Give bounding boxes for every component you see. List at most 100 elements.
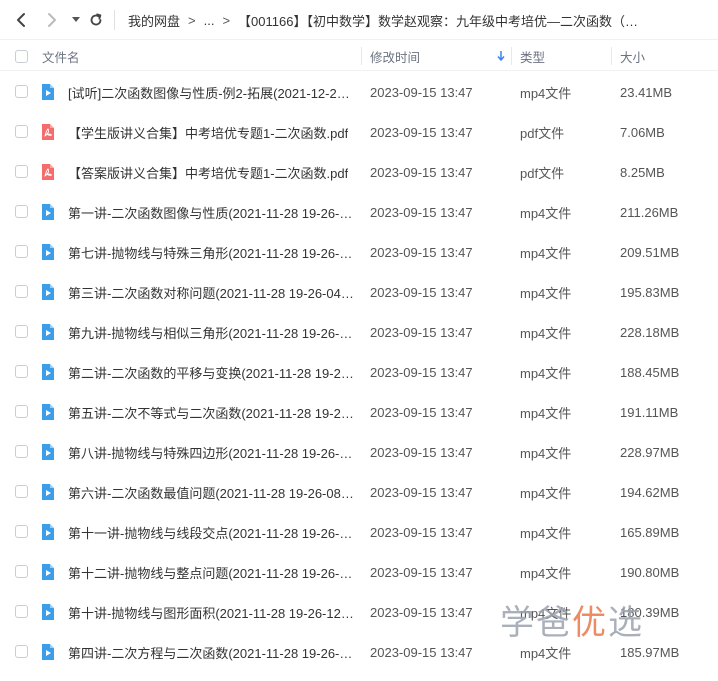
file-name[interactable]: [试听]二次函数图像与性质-例2-拓展(2021-12-21 15-05-11)…: [68, 83, 356, 102]
file-name[interactable]: 第十讲-抛物线与图形面积(2021-11-28 19-26-12).mp4: [68, 603, 356, 622]
file-modified-time: 2023-09-15 13:47: [370, 524, 473, 540]
row-checkbox[interactable]: [15, 645, 28, 658]
row-checkbox[interactable]: [15, 445, 28, 458]
row-checkbox[interactable]: [15, 485, 28, 498]
row-checkbox[interactable]: [15, 205, 28, 218]
row-checkbox[interactable]: [15, 245, 28, 258]
file-modified-time-cell: 2023-09-15 13:47: [370, 352, 473, 392]
file-name[interactable]: 第十二讲-抛物线与整点问题(2021-11-28 19-26-14).mp4: [68, 563, 356, 582]
file-name[interactable]: 第三讲-二次函数对称问题(2021-11-28 19-26-04).mp4: [68, 283, 356, 302]
file-size-cell: 228.97MB: [620, 432, 679, 472]
file-row[interactable]: 第六讲-二次函数最值问题(2021-11-28 19-26-08).mp4 202…: [0, 472, 718, 512]
file-modified-time: 2023-09-15 13:47: [370, 364, 473, 380]
column-divider[interactable]: [611, 47, 612, 65]
row-checkbox[interactable]: [15, 365, 28, 378]
file-size-cell: 194.62MB: [620, 472, 679, 512]
file-row[interactable]: 第三讲-二次函数对称问题(2021-11-28 19-26-04).mp4 202…: [0, 272, 718, 312]
video-file-icon: [39, 643, 57, 661]
column-divider[interactable]: [511, 47, 512, 65]
column-header-size[interactable]: 大小: [620, 41, 645, 71]
file-modified-time: 2023-09-15 13:47: [370, 204, 473, 220]
file-size: 7.06MB: [620, 124, 665, 140]
file-row[interactable]: 第二讲-二次函数的平移与变换(2021-11-28 19-26-03).mp4 2…: [0, 352, 718, 392]
file-size: 190.80MB: [620, 564, 680, 580]
file-type-cell: mp4文件: [520, 512, 571, 552]
forward-arrow-icon[interactable]: [42, 10, 62, 30]
file-name[interactable]: 第八讲-抛物线与特殊四边形(2021-11-28 19-26-10).mp4: [68, 443, 356, 462]
file-name[interactable]: 第六讲-二次函数最值问题(2021-11-28 19-26-08).mp4: [68, 483, 356, 502]
file-name[interactable]: 【答案版讲义合集】中考培优专题1-二次函数.pdf: [68, 163, 348, 182]
file-row[interactable]: 第九讲-抛物线与相似三角形(2021-11-28 19-26-11).mp4 20…: [0, 312, 718, 352]
file-row[interactable]: 第十一讲-抛物线与线段交点(2021-11-28 19-26-13).mp4 20…: [0, 512, 718, 552]
row-checkbox[interactable]: [15, 325, 28, 338]
column-header-modified[interactable]: 修改时间: [370, 41, 420, 71]
column-header-type[interactable]: 类型: [520, 41, 545, 71]
file-row[interactable]: 第八讲-抛物线与特殊四边形(2021-11-28 19-26-10).mp4 20…: [0, 432, 718, 472]
back-arrow-icon[interactable]: [11, 10, 31, 30]
breadcrumb-root[interactable]: 我的网盘: [128, 11, 180, 30]
file-row[interactable]: 【学生版讲义合集】中考培优专题1-二次函数.pdf 2023-09-15 13:4…: [0, 112, 718, 152]
file-row[interactable]: 第七讲-抛物线与特殊三角形(2021-11-28 19-26-09).mp4 20…: [0, 232, 718, 272]
file-name[interactable]: 第二讲-二次函数的平移与变换(2021-11-28 19-26-03).mp4: [68, 363, 356, 382]
file-modified-time: 2023-09-15 13:47: [370, 124, 473, 140]
file-size: 23.41MB: [620, 84, 673, 100]
video-file-icon: [39, 203, 57, 221]
history-dropdown-icon[interactable]: [66, 10, 86, 30]
row-checkbox[interactable]: [15, 525, 28, 538]
refresh-icon[interactable]: [86, 10, 106, 30]
row-checkbox[interactable]: [15, 605, 28, 618]
select-all-checkbox[interactable]: [15, 50, 28, 63]
file-name-cell: 第九讲-抛物线与相似三角形(2021-11-28 19-26-11).mp4: [68, 312, 356, 352]
column-divider[interactable]: [361, 47, 362, 65]
row-checkbox[interactable]: [15, 565, 28, 578]
file-modified-time-cell: 2023-09-15 13:47: [370, 72, 473, 112]
file-size-cell: 8.25MB: [620, 152, 665, 192]
file-size: 195.83MB: [620, 284, 680, 300]
file-name[interactable]: 第四讲-二次方程与二次函数(2021-11-28 19-26-06).mp4: [68, 643, 356, 662]
toolbar-divider: [114, 10, 115, 30]
file-name-cell: 第八讲-抛物线与特殊四边形(2021-11-28 19-26-10).mp4: [68, 432, 356, 472]
row-checkbox[interactable]: [15, 285, 28, 298]
file-type: mp4文件: [520, 205, 572, 221]
file-type-cell: pdf文件: [520, 152, 564, 192]
sort-desc-arrow-icon[interactable]: [497, 41, 505, 71]
video-file-icon: [39, 283, 57, 301]
row-checkbox[interactable]: [15, 405, 28, 418]
file-name[interactable]: 第九讲-抛物线与相似三角形(2021-11-28 19-26-11).mp4: [68, 323, 356, 342]
file-name-cell: 第六讲-二次函数最值问题(2021-11-28 19-26-08).mp4: [68, 472, 356, 512]
file-list-header: 文件名 修改时间 类型 大小: [0, 41, 718, 71]
file-modified-time-cell: 2023-09-15 13:47: [370, 152, 473, 192]
file-row[interactable]: 【答案版讲义合集】中考培优专题1-二次函数.pdf 2023-09-15 13:4…: [0, 152, 718, 192]
file-modified-time-cell: 2023-09-15 13:47: [370, 592, 473, 632]
breadcrumb-ellipsis[interactable]: ...: [204, 13, 215, 28]
file-row[interactable]: 第十二讲-抛物线与整点问题(2021-11-28 19-26-14).mp4 20…: [0, 552, 718, 592]
pdf-file-icon: [39, 163, 57, 181]
watermark-text: 学爸: [500, 602, 572, 643]
file-name[interactable]: 第一讲-二次函数图像与性质(2021-11-28 19-26-02).mp4: [68, 203, 356, 222]
breadcrumb-current-folder: 【001166】【初中数学】数学赵观察：九年级中考培优—二次函数（通用版）: [238, 13, 639, 29]
file-name-cell: 第五讲-二次不等式与二次函数(2021-11-28 19-26-06).mp4: [68, 392, 356, 432]
file-modified-time-cell: 2023-09-15 13:47: [370, 192, 473, 232]
file-modified-time-cell: 2023-09-15 13:47: [370, 232, 473, 272]
pdf-file-icon: [39, 123, 57, 141]
file-name-cell: 第十二讲-抛物线与整点问题(2021-11-28 19-26-14).mp4: [68, 552, 356, 592]
file-row[interactable]: [试听]二次函数图像与性质-例2-拓展(2021-12-21 15-05-11)…: [0, 72, 718, 112]
file-size: 209.51MB: [620, 244, 680, 260]
file-name[interactable]: 【学生版讲义合集】中考培优专题1-二次函数.pdf: [68, 123, 348, 142]
file-name-cell: 第三讲-二次函数对称问题(2021-11-28 19-26-04).mp4: [68, 272, 356, 312]
file-modified-time: 2023-09-15 13:47: [370, 484, 473, 500]
file-type-cell: mp4文件: [520, 312, 571, 352]
file-name[interactable]: 第五讲-二次不等式与二次函数(2021-11-28 19-26-06).mp4: [68, 403, 356, 422]
file-row[interactable]: 第一讲-二次函数图像与性质(2021-11-28 19-26-02).mp4 20…: [0, 192, 718, 232]
column-header-name[interactable]: 文件名: [42, 41, 80, 71]
watermark-text: 优: [572, 602, 608, 643]
file-modified-time-cell: 2023-09-15 13:47: [370, 472, 473, 512]
file-name[interactable]: 第七讲-抛物线与特殊三角形(2021-11-28 19-26-09).mp4: [68, 243, 356, 262]
row-checkbox[interactable]: [15, 85, 28, 98]
row-checkbox[interactable]: [15, 125, 28, 138]
file-name[interactable]: 第十一讲-抛物线与线段交点(2021-11-28 19-26-13).mp4: [68, 523, 356, 542]
file-type: mp4文件: [520, 365, 572, 381]
file-name-cell: 第七讲-抛物线与特殊三角形(2021-11-28 19-26-09).mp4: [68, 232, 356, 272]
file-row[interactable]: 第五讲-二次不等式与二次函数(2021-11-28 19-26-06).mp4 2…: [0, 392, 718, 432]
row-checkbox[interactable]: [15, 165, 28, 178]
